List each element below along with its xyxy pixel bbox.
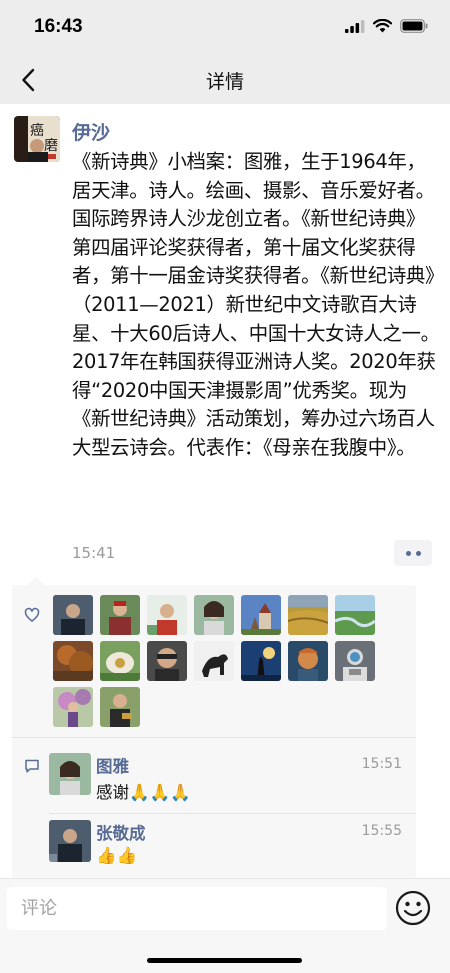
comment-author[interactable]: 张敬成 — [96, 820, 146, 844]
heart-icon — [24, 607, 40, 622]
like-avatar[interactable] — [194, 595, 234, 635]
home-indicator — [147, 958, 302, 963]
post-time: 15:41 — [72, 544, 116, 562]
comment-avatar[interactable] — [49, 753, 91, 795]
likes-section — [12, 585, 416, 738]
likes-divider — [12, 737, 416, 738]
comment-divider — [49, 813, 416, 814]
status-bar: 16:43 — [0, 0, 450, 56]
comment-item[interactable]: 图雅 15:51 感谢🙏🙏🙏 — [12, 750, 416, 810]
comment-text: 👍👍 — [96, 846, 138, 865]
dot-icon — [405, 550, 411, 556]
wifi-icon — [373, 19, 392, 33]
author-name[interactable]: 伊沙 — [72, 118, 110, 145]
comment-avatar[interactable] — [49, 820, 91, 862]
like-avatar[interactable] — [53, 595, 93, 635]
like-avatar[interactable] — [335, 595, 375, 635]
interactions-panel: 图雅 15:51 感谢🙏🙏🙏 张敬成 15:55 👍👍 — [12, 577, 416, 878]
like-avatar[interactable] — [194, 641, 234, 681]
signal-icon — [345, 19, 365, 33]
like-avatar[interactable] — [288, 641, 328, 681]
comment-icon — [25, 759, 39, 773]
emoji-icon[interactable] — [395, 890, 431, 926]
comment-text: 感谢🙏🙏🙏 — [96, 783, 191, 802]
post-text: 《新诗典》小档案：图雅，生于1964年，居天津。诗人。绘画、摄影、音乐爱好者。国… — [72, 150, 440, 459]
like-avatar[interactable] — [147, 641, 187, 681]
like-avatar[interactable] — [241, 595, 281, 635]
comment-item[interactable]: 张敬成 15:55 👍👍 — [12, 818, 416, 876]
like-avatar[interactable] — [100, 687, 140, 727]
like-avatar[interactable] — [53, 641, 93, 681]
comment-author[interactable]: 图雅 — [96, 753, 129, 777]
page-title: 详情 — [205, 71, 244, 93]
comment-time: 15:51 — [361, 756, 402, 772]
status-time: 16:43 — [34, 16, 83, 37]
nav-bar: 详情 — [0, 56, 450, 104]
like-avatar[interactable] — [53, 687, 93, 727]
like-avatar[interactable] — [335, 641, 375, 681]
like-avatar[interactable] — [288, 595, 328, 635]
battery-icon — [400, 19, 428, 33]
comment-time: 15:55 — [361, 823, 402, 839]
like-avatar[interactable] — [100, 595, 140, 635]
svg-text:癌: 癌 — [30, 123, 44, 139]
status-icons — [345, 19, 428, 33]
dot-icon — [415, 550, 421, 556]
comment-input[interactable] — [7, 887, 387, 930]
author-avatar[interactable]: 癌 磨 — [14, 116, 60, 162]
like-avatar[interactable] — [241, 641, 281, 681]
more-button[interactable] — [394, 540, 432, 566]
svg-text:磨: 磨 — [44, 138, 58, 154]
like-avatar[interactable] — [147, 595, 187, 635]
like-avatar[interactable] — [100, 641, 140, 681]
